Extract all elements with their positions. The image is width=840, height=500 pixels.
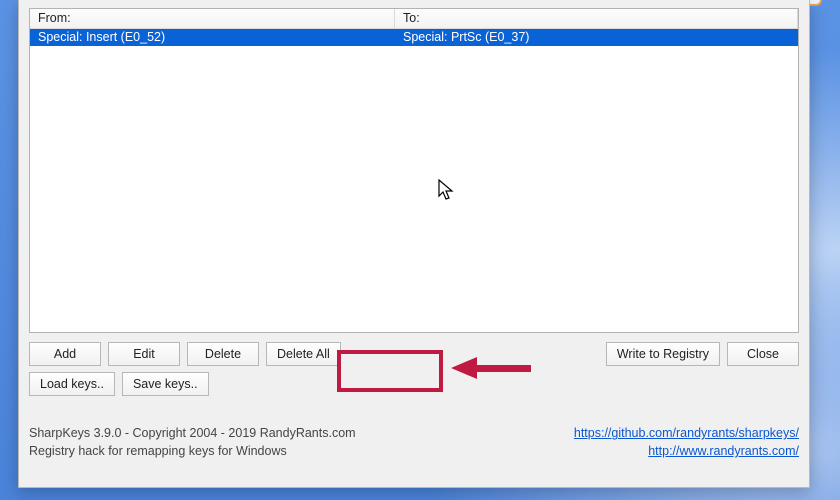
list-cell-from: Special: Insert (E0_52) (30, 29, 395, 46)
footer-link-website[interactable]: http://www.randyrants.com/ (648, 444, 799, 458)
edit-button[interactable]: Edit (108, 342, 180, 366)
load-keys-button[interactable]: Load keys.. (29, 372, 115, 396)
button-row-2: Load keys.. Save keys.. (29, 372, 799, 396)
footer-copyright: SharpKeys 3.9.0 - Copyright 2004 - 2019 … (29, 424, 539, 442)
delete-all-button[interactable]: Delete All (266, 342, 341, 366)
button-row-1: Add Edit Delete Delete All Write to Regi… (29, 342, 799, 366)
col-header-from[interactable]: From: (30, 9, 395, 29)
footer: SharpKeys 3.9.0 - Copyright 2004 - 2019 … (29, 424, 799, 460)
close-button[interactable]: Close (727, 342, 799, 366)
save-keys-button[interactable]: Save keys.. (122, 372, 209, 396)
footer-tagline: Registry hack for remapping keys for Win… (29, 442, 539, 460)
list-cell-to: Special: PrtSc (E0_37) (395, 29, 798, 46)
sharpkeys-window: From: To: Special: Insert (E0_52) Specia… (18, 0, 810, 488)
col-header-to[interactable]: To: (395, 9, 798, 29)
delete-button[interactable]: Delete (187, 342, 259, 366)
add-button[interactable]: Add (29, 342, 101, 366)
key-mapping-list[interactable]: From: To: Special: Insert (E0_52) Specia… (29, 8, 799, 333)
write-registry-button[interactable]: Write to Registry (606, 342, 720, 366)
footer-link-github[interactable]: https://github.com/randyrants/sharpkeys/ (574, 426, 799, 440)
list-header: From: To: (30, 9, 798, 29)
list-row[interactable]: Special: Insert (E0_52) Special: PrtSc (… (30, 29, 798, 46)
